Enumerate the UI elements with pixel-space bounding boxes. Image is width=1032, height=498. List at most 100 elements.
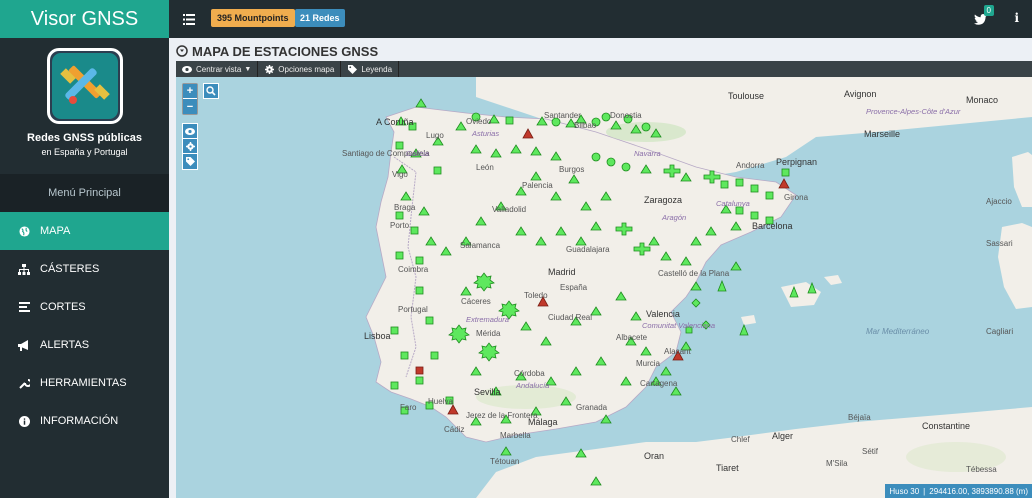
map-label-lisboa: Lisboa	[364, 331, 391, 341]
legend-label: Leyenda	[361, 64, 393, 74]
map-label-tetouan: Tétouan	[490, 457, 520, 466]
page-title-text: MAPA DE ESTACIONES GNSS	[192, 43, 379, 59]
map-label-com-valenciana: Comunitat Valenciana	[642, 321, 716, 330]
map-label-setif: Sétif	[862, 447, 879, 456]
map-options-label: Opciones mapa	[278, 64, 335, 74]
legend-button[interactable]: Leyenda	[341, 61, 400, 77]
map-label-coimbra: Coimbra	[398, 265, 429, 274]
menu-header: Menú Principal	[0, 174, 169, 212]
sidebar-item-herramientas[interactable]: HERRAMIENTAS	[0, 364, 169, 402]
map-label-burgos: Burgos	[559, 165, 585, 174]
map-settings-button[interactable]	[183, 139, 197, 154]
tag-icon	[347, 64, 357, 74]
gear-icon	[185, 141, 195, 151]
map-label-monaco: Monaco	[966, 95, 999, 105]
map-label-asturias: Asturias	[472, 129, 500, 138]
map-label-vigo: Vigo	[392, 170, 408, 179]
map-toolbar: Centrar vista ▼ Opciones mapa Leyenda	[176, 61, 1032, 77]
map-label-alger: Alger	[772, 431, 794, 441]
satellite-icon	[59, 65, 110, 104]
map-basemap	[365, 77, 1032, 498]
map-label-sea: Mar Mediterráneo	[866, 327, 930, 336]
user-panel: Redes GNSS públicas en España y Portugal	[0, 38, 169, 174]
map-label-oviedo: Oviedo	[466, 117, 492, 126]
map-label-caceres: Cáceres	[461, 297, 491, 306]
zoom-out-button[interactable]: −	[183, 99, 197, 114]
layer-visibility-button[interactable]	[183, 124, 197, 139]
zoom-in-button[interactable]: +	[183, 84, 197, 99]
map-label-chlef: Chlef	[731, 435, 750, 444]
map-label-perpignan: Perpignan	[776, 157, 818, 167]
sidebar-item-casteres[interactable]: CÁSTERES	[0, 250, 169, 288]
map-label-galicia: Galicia	[406, 149, 429, 158]
map-label-andalucia: Andalucía	[516, 381, 550, 390]
top-navbar: 395 Mountpoints 21 Redes 0 i	[169, 0, 1032, 38]
map-label-constantine: Constantine	[922, 421, 971, 431]
app-logo	[46, 48, 123, 124]
search-icon	[206, 86, 216, 96]
info-icon[interactable]: i	[1014, 11, 1019, 25]
redes-badge[interactable]: 21 Redes	[295, 9, 345, 27]
map-viewport[interactable]: Toulouse Avignon Monaco Marseille Proven…	[176, 77, 1032, 498]
brand-title[interactable]: Visor GNSS	[0, 0, 169, 38]
map-label-malaga: Málaga	[528, 417, 558, 427]
map-label-granada: Granada	[576, 403, 608, 412]
coordinates-readout: Huso 30 | 294416.00, 3893890.88 (m)	[885, 484, 1032, 498]
sidebar-item-label: CORTES	[40, 301, 86, 313]
sidebar-item-cortes[interactable]: CORTES	[0, 288, 169, 326]
sidebar-item-mapa[interactable]: MAPA	[0, 212, 169, 250]
sidebar-item-informacion[interactable]: INFORMACIÓN	[0, 402, 169, 440]
map-label-salamanca: Salamanca	[460, 241, 501, 250]
sidebar: Visor GNSS Redes GNSS públicas en España…	[0, 0, 169, 498]
map-label-girona: Girona	[784, 193, 809, 202]
map-label-madrid: Madrid	[548, 267, 576, 277]
map-label-catalunya: Catalunya	[716, 199, 750, 208]
map-label-ciudad-real: Ciudad Real	[548, 313, 593, 322]
map-label-donostia: Donostia	[610, 111, 642, 120]
map-label-cordoba: Córdoba	[514, 369, 545, 378]
sidebar-item-label: MAPA	[40, 225, 71, 237]
map-label-castellon: Castelló de la Plana	[658, 269, 730, 278]
map-label-tebessa: Tébessa	[966, 465, 997, 474]
map-label-ajaccio: Ajaccio	[986, 197, 1012, 206]
map-label-santander: Santander	[544, 111, 581, 120]
map-label-espana: España	[560, 283, 588, 292]
sidebar-item-alertas[interactable]: ALERTAS	[0, 326, 169, 364]
map-label-lugo: Lugo	[426, 131, 444, 140]
page-title: MAPA DE ESTACIONES GNSS	[176, 42, 378, 60]
map-label-marbella: Marbella	[500, 431, 531, 440]
center-view-button[interactable]: Centrar vista ▼	[176, 61, 259, 77]
main-content: MAPA DE ESTACIONES GNSS Centrar vista ▼ …	[169, 38, 1032, 498]
map-label-palencia: Palencia	[522, 181, 553, 190]
map-label-faro: Faro	[400, 403, 417, 412]
map-label-leon: León	[476, 163, 494, 172]
map-label-cagliari: Cagliari	[986, 327, 1014, 336]
map-label-oran: Oran	[644, 451, 665, 461]
list-icon	[18, 301, 30, 313]
map-label-merida: Mérida	[476, 329, 501, 338]
coords-value: 294416.00, 3893890.88 (m)	[929, 486, 1028, 496]
map-label-coruna: A Coruña	[376, 117, 414, 127]
wrench-icon	[18, 377, 30, 389]
map-label-toulouse: Toulouse	[728, 91, 765, 101]
map-label-porto: Porto	[390, 221, 410, 230]
map-label-jerez: Jerez de la Frontera	[466, 411, 538, 420]
eye-icon	[185, 127, 195, 135]
map-label-guadalajara: Guadalajara	[566, 245, 610, 254]
map-label-toledo: Toledo	[524, 291, 548, 300]
center-view-label: Centrar vista	[196, 64, 242, 74]
mountpoints-badge[interactable]: 395 Mountpoints	[211, 9, 295, 27]
map-search-button[interactable]	[203, 83, 219, 99]
bullhorn-icon	[18, 339, 30, 351]
sidebar-item-label: ALERTAS	[40, 339, 90, 351]
sidebar-toggle-icon[interactable]	[183, 12, 195, 25]
map-legend-button[interactable]	[183, 154, 197, 169]
map-options-button[interactable]: Opciones mapa	[258, 61, 342, 77]
map-label-cadiz: Cádiz	[444, 425, 465, 434]
map-label-tiaret: Tiaret	[716, 463, 739, 473]
coords-zone: Huso 30	[889, 486, 920, 496]
map-label-bilbao: Bilbao	[574, 121, 597, 130]
map-label-bejaia: Béjaïa	[848, 413, 871, 422]
sidebar-item-label: CÁSTERES	[40, 263, 100, 275]
tag-icon	[185, 157, 195, 166]
